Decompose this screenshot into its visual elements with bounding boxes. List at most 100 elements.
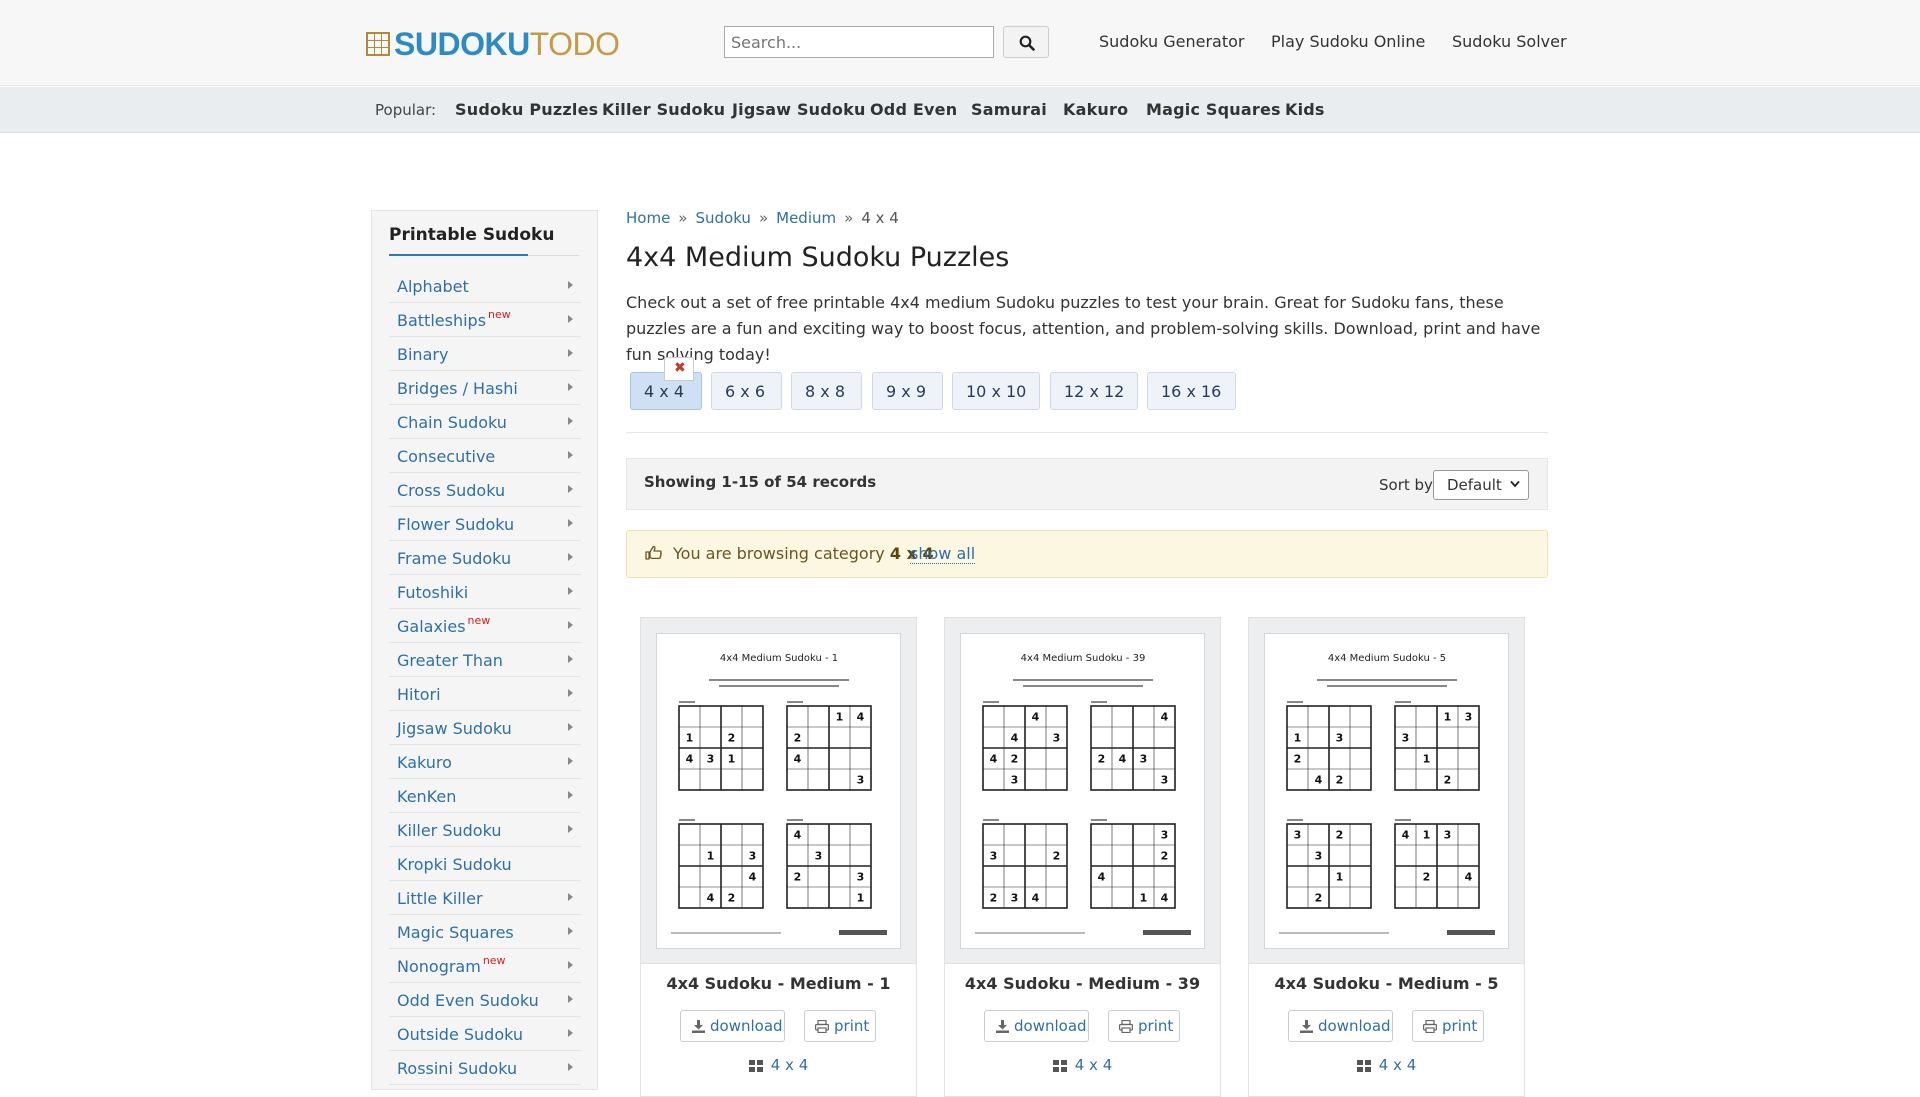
size-filter-9x9[interactable]: 9 x 9	[872, 372, 943, 410]
nav-sudoku-solver[interactable]: Sudoku Solver	[1452, 32, 1567, 51]
sidebar: Printable Sudoku Alphabet Battleships new B…	[371, 210, 598, 1090]
sidebar-item[interactable]: Magic Squares	[389, 915, 581, 949]
puzzle-thumbnail[interactable]: 4x4 Medium Sudoku - 39 4 4 3 4 2 3 4 2 4 3 3 3 2 2 3 4 3 2…	[945, 618, 1220, 964]
popular-link-sudoku-puzzles[interactable]: Sudoku Puzzles	[455, 100, 598, 119]
sidebar-item-label: Battleships new	[397, 308, 511, 330]
clear-filter-button[interactable]: ✖	[664, 357, 694, 381]
puzzle-label-mark	[787, 819, 803, 821]
sudoku-cell-value: 3	[1465, 711, 1473, 724]
grid-icon	[1356, 1060, 1371, 1072]
search-button[interactable]	[1003, 26, 1049, 58]
caret-right-icon	[568, 451, 573, 459]
puzzle-card: 4x4 Medium Sudoku - 11243114243134424323…	[640, 617, 917, 1097]
sheet-instruction-line	[1023, 685, 1143, 687]
sidebar-item[interactable]: Killer Sudoku	[389, 813, 581, 847]
sudoku-cell-value: 4	[794, 829, 802, 842]
popular-link-odd-even[interactable]: Odd Even	[870, 100, 957, 119]
print-button[interactable]: print	[804, 1010, 876, 1042]
sudoku-cell-value: 3	[1161, 829, 1169, 842]
sidebar-item[interactable]: Little Killer	[389, 881, 581, 915]
sidebar-item-text: Kropki Sudoku	[397, 855, 512, 874]
search-input[interactable]	[724, 26, 994, 58]
sheet-brand-mark	[1143, 930, 1191, 935]
sidebar-item-label: Hitori	[397, 685, 441, 704]
popular-link-samurai[interactable]: Samurai	[971, 100, 1047, 119]
puzzle-label-mark	[1287, 819, 1303, 821]
sudoku-cell-value: 3	[1161, 774, 1169, 787]
sidebar-item-label: Alphabet	[397, 277, 469, 296]
puzzle-label-mark	[787, 701, 803, 703]
sidebar-item[interactable]: Consecutive	[389, 439, 581, 473]
breadcrumb-home[interactable]: Home	[626, 209, 670, 227]
card-category-label: 4 x 4	[1378, 1056, 1417, 1074]
sidebar-item-label: Nonogram new	[397, 954, 506, 976]
breadcrumb-separator: »	[758, 209, 769, 227]
sidebar-item-label: Jigsaw Sudoku	[397, 719, 512, 738]
card-category-link[interactable]: 4 x 4	[641, 1056, 916, 1074]
show-all-link[interactable]: show all	[910, 544, 976, 564]
sudoku-cell-value: 3	[1011, 774, 1019, 787]
puzzle-label-mark	[679, 701, 695, 703]
sidebar-item[interactable]: Alphabet	[389, 269, 581, 303]
new-badge: new	[488, 308, 511, 321]
sidebar-item[interactable]: Hitori	[389, 677, 581, 711]
breadcrumb-medium[interactable]: Medium	[776, 209, 836, 227]
site-logo[interactable]: SUDOKU TODO	[366, 26, 620, 62]
sidebar-item[interactable]: Jigsaw Sudoku	[389, 711, 581, 745]
popular-link-jigsaw-sudoku[interactable]: Jigsaw Sudoku	[732, 100, 866, 119]
popular-link-killer-sudoku[interactable]: Killer Sudoku	[602, 100, 725, 119]
puzzle-card-title[interactable]: 4x4 Sudoku - Medium - 1	[641, 974, 916, 993]
sidebar-item[interactable]: Flower Sudoku	[389, 507, 581, 541]
sidebar-item[interactable]: Frame Sudoku	[389, 541, 581, 575]
grid-icon	[1052, 1060, 1067, 1072]
sidebar-item-label: Binary	[397, 345, 448, 364]
sidebar-item[interactable]: Battleships new	[389, 303, 581, 337]
sidebar-item[interactable]: Kakuro	[389, 745, 581, 779]
sheet-brand-mark	[1447, 930, 1495, 935]
sidebar-item[interactable]: Galaxies new	[389, 609, 581, 643]
sidebar-item-label: KenKen	[397, 787, 456, 806]
puzzle-thumbnail[interactable]: 4x4 Medium Sudoku - 51324213312323124132…	[1249, 618, 1524, 964]
popular-link-kids[interactable]: Kids	[1285, 100, 1325, 119]
sidebar-item[interactable]: Greater Than	[389, 643, 581, 677]
card-category-link[interactable]: 4 x 4	[1249, 1056, 1524, 1074]
size-filter-12x12[interactable]: 12 x 12	[1050, 372, 1138, 410]
sort-select[interactable]: Default	[1433, 470, 1529, 500]
sidebar-item[interactable]: Kropki Sudoku	[389, 847, 581, 881]
print-button[interactable]: print	[1412, 1010, 1484, 1042]
size-filter-16x16[interactable]: 16 x 16	[1147, 372, 1236, 410]
sidebar-item[interactable]: Chain Sudoku	[389, 405, 581, 439]
caret-right-icon	[568, 1029, 573, 1037]
sidebar-item[interactable]: KenKen	[389, 779, 581, 813]
caret-right-icon	[568, 485, 573, 493]
sidebar-item[interactable]: Cross Sudoku	[389, 473, 581, 507]
download-button[interactable]: download	[680, 1010, 785, 1042]
sidebar-item[interactable]: Nonogram new	[389, 949, 581, 983]
sidebar-item[interactable]: Outside Sudoku	[389, 1017, 581, 1051]
size-filter-6x6[interactable]: 6 x 6	[711, 372, 782, 410]
puzzle-thumbnail[interactable]: 4x4 Medium Sudoku - 11243114243134424323…	[641, 618, 916, 964]
sidebar-item[interactable]: Odd Even Sudoku	[389, 983, 581, 1017]
puzzle-card-title[interactable]: 4x4 Sudoku - Medium - 39	[945, 974, 1220, 993]
sheet-instruction-line	[1317, 679, 1457, 681]
logo-grid-icon	[366, 32, 390, 56]
download-button[interactable]: download	[1288, 1010, 1393, 1042]
size-filter-10x10[interactable]: 10 x 10	[952, 372, 1040, 410]
sidebar-item[interactable]: Bridges / Hashi	[389, 371, 581, 405]
caret-right-icon	[568, 519, 573, 527]
breadcrumb-sudoku[interactable]: Sudoku	[695, 209, 750, 227]
download-button[interactable]: download	[984, 1010, 1089, 1042]
card-category-link[interactable]: 4 x 4	[945, 1056, 1220, 1074]
nav-play-sudoku-online[interactable]: Play Sudoku Online	[1271, 32, 1425, 51]
size-filter-8x8[interactable]: 8 x 8	[791, 372, 862, 410]
print-button[interactable]: print	[1108, 1010, 1180, 1042]
popular-link-magic-squares[interactable]: Magic Squares	[1146, 100, 1281, 119]
nav-sudoku-generator[interactable]: Sudoku Generator	[1099, 32, 1245, 51]
sidebar-item[interactable]: Futoshiki	[389, 575, 581, 609]
sidebar-item[interactable]: Binary	[389, 337, 581, 371]
sudoku-cell-value: 1	[1140, 892, 1148, 905]
popular-link-kakuro[interactable]: Kakuro	[1063, 100, 1128, 119]
sheet-title: 4x4 Medium Sudoku - 39	[1021, 653, 1146, 664]
puzzle-card-title[interactable]: 4x4 Sudoku - Medium - 5	[1249, 974, 1524, 993]
page-title: 4x4 Medium Sudoku Puzzles	[626, 242, 1010, 273]
